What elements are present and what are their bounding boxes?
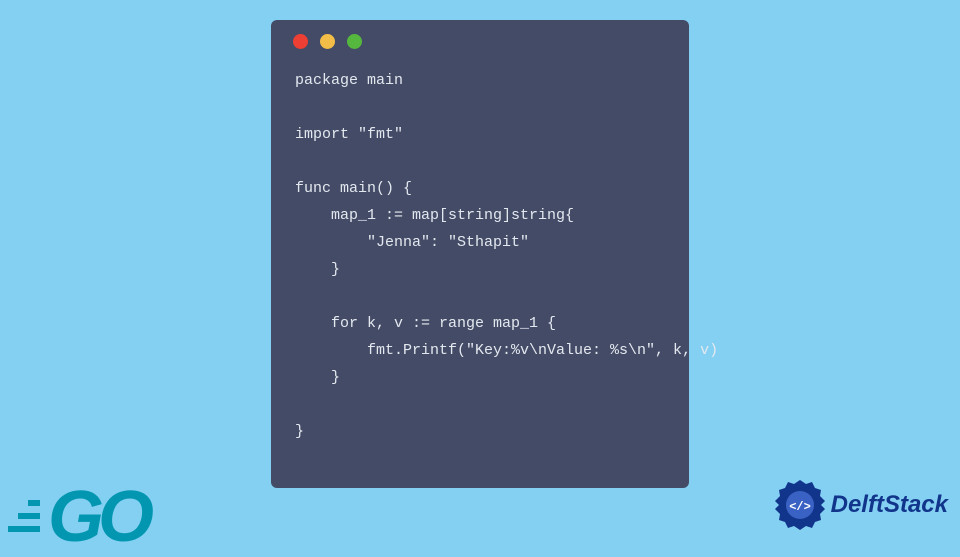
go-speed-lines-icon [8,500,40,532]
code-line: "Jenna": "Sthapit" [295,234,529,251]
code-line: fmt.Printf("Key:%v\nValue: %s\n", k, v) [295,342,718,359]
code-line: import "fmt" [295,126,403,143]
delftstack-logo: </> DelftStack [773,478,948,532]
delftstack-logo-text: DelftStack [831,491,948,519]
code-line: func main() { [295,180,412,197]
code-block: package main import "fmt" func main() { … [291,67,669,445]
go-logo-text: GO [48,485,148,550]
window-traffic-lights [291,34,669,49]
close-icon [293,34,308,49]
code-line: } [295,423,304,440]
delftstack-badge-icon: </> [773,478,827,532]
minimize-icon [320,34,335,49]
code-window: package main import "fmt" func main() { … [271,20,689,488]
go-logo: GO [8,485,148,550]
code-line: map_1 := map[string]string{ [295,207,574,224]
svg-text:</>: </> [789,500,811,514]
code-line: } [295,261,340,278]
code-line: } [295,369,340,386]
maximize-icon [347,34,362,49]
code-line: package main [295,72,403,89]
code-line: for k, v := range map_1 { [295,315,556,332]
